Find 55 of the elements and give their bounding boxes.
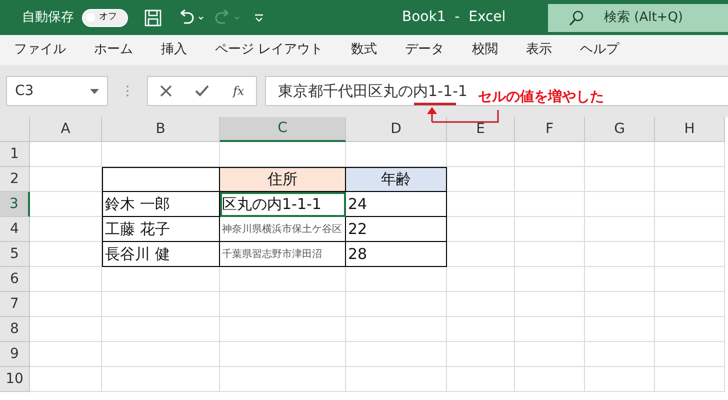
row-header[interactable]: 1: [0, 142, 30, 167]
ribbon-tab[interactable]: ヘルプ: [580, 40, 620, 60]
search-icon: [568, 10, 584, 26]
column-header[interactable]: F: [515, 117, 585, 142]
table-cell: 千葉県習志野市津田沼: [220, 242, 346, 267]
table-cell: 工藤 花子: [102, 217, 220, 242]
table-header: 年齢: [346, 167, 447, 192]
row-header[interactable]: 9: [0, 342, 30, 367]
autosave-label: 自動保存: [22, 8, 74, 27]
name-box[interactable]: C3: [6, 76, 108, 106]
insert-function-button[interactable]: fx: [232, 82, 244, 100]
row-header[interactable]: 5: [0, 242, 30, 267]
annotation-text: セルの値を増やした: [478, 88, 604, 107]
ribbon-tab[interactable]: データ: [405, 40, 444, 60]
search-field[interactable]: 検索 (Alt+Q): [548, 4, 728, 32]
cancel-icon[interactable]: [160, 85, 172, 97]
row-header[interactable]: 7: [0, 292, 30, 317]
table-cell: 長谷川 健: [102, 242, 220, 267]
column-header[interactable]: A: [30, 117, 102, 142]
ribbon-tab[interactable]: 挿入: [161, 40, 187, 60]
save-icon[interactable]: [144, 8, 162, 26]
row-header[interactable]: 6: [0, 267, 30, 292]
grip-icon[interactable]: [126, 85, 129, 97]
column-header[interactable]: H: [655, 117, 725, 142]
row-header[interactable]: 4: [0, 217, 30, 242]
column-header[interactable]: G: [585, 117, 655, 142]
customize-caret-icon[interactable]: [254, 12, 264, 22]
table-header: 住所: [220, 167, 346, 192]
row-header[interactable]: 8: [0, 317, 30, 342]
window-title: Book1 - Excel: [402, 8, 506, 27]
row-header[interactable]: 3: [0, 192, 30, 217]
column-header[interactable]: C: [220, 117, 346, 142]
table-cell: 28: [346, 242, 447, 267]
ribbon-tab[interactable]: ページ レイアウト: [215, 40, 324, 60]
autosave-toggle[interactable]: オフ: [82, 8, 128, 26]
column-header[interactable]: E: [447, 117, 515, 142]
row-header[interactable]: 2: [0, 167, 30, 192]
dropdown-caret-icon[interactable]: [90, 88, 99, 94]
table-cell: 24: [346, 192, 447, 217]
ribbon-tab[interactable]: 表示: [526, 40, 552, 60]
ribbon-tab[interactable]: ファイル: [14, 40, 66, 60]
row-header[interactable]: 10: [0, 367, 30, 392]
redo-icon[interactable]: [214, 8, 242, 26]
ribbon-tab[interactable]: ホーム: [94, 40, 133, 60]
ribbon-tab[interactable]: 数式: [351, 40, 378, 60]
table-cell: 区丸の内1-1-1: [220, 192, 346, 217]
ribbon-tab[interactable]: 校閲: [472, 40, 498, 60]
undo-icon[interactable]: [178, 8, 206, 26]
table-cell: 神奈川県横浜市保土ケ谷区: [220, 217, 346, 242]
select-all-corner[interactable]: [0, 117, 30, 142]
check-icon[interactable]: [195, 85, 210, 97]
column-header[interactable]: D: [346, 117, 447, 142]
table-cell: 22: [346, 217, 447, 242]
table-cell: 鈴木 一郎: [102, 192, 220, 217]
column-header[interactable]: B: [102, 117, 220, 142]
